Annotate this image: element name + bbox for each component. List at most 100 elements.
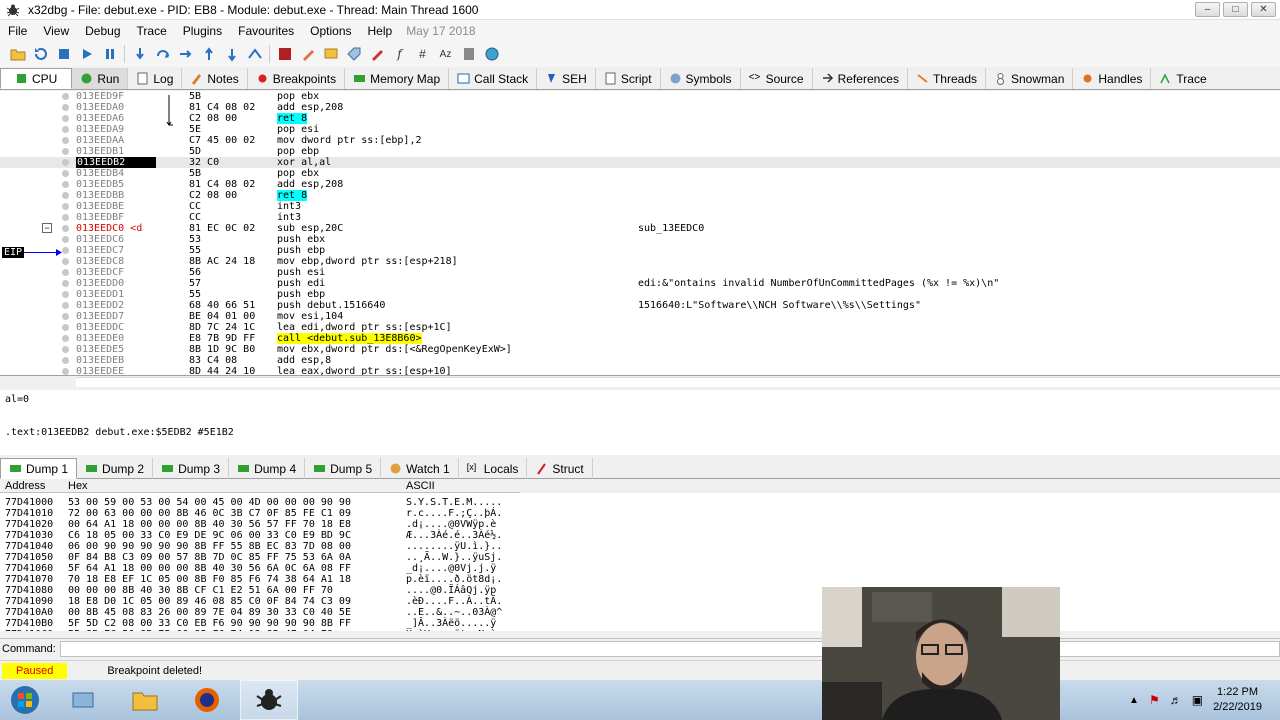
disasm-row[interactable]: 013EEDEE 8D 44 24 10 lea eax,dword ptr ss:… [0,366,1280,375]
disasm-row[interactable]: 013EEDA0 81 C4 08 02 add esp,208 [0,102,1280,113]
dump-row[interactable]: 77D41000 53 00 59 00 53 00 54 00 45 00 4D… [0,497,520,508]
bookmarks-button[interactable] [365,43,388,65]
run-to-user-code-button[interactable] [243,43,266,65]
disasm-row[interactable]: 013EEDD7 BE 04 01 00 mov esi,104 [0,311,1280,322]
tab-threads[interactable]: Threads [908,68,986,89]
breakpoint-toggle[interactable] [62,148,69,155]
tab-dump-3[interactable]: Dump 3 [153,458,230,479]
breakpoint-toggle[interactable] [62,346,69,353]
dump-row[interactable]: 77D41030 C6 18 05 00 33 C0 E9 DE 9C 06 00… [0,530,520,541]
breakpoint-toggle[interactable] [62,115,69,122]
breakpoint-toggle[interactable] [62,291,69,298]
restart-button[interactable] [29,43,52,65]
step-into-button[interactable] [128,43,151,65]
disasm-row[interactable]: 013EEDDC 8D 7C 24 1C lea edi,dword ptr ss:… [0,322,1280,333]
tab-dump-4[interactable]: Dump 4 [229,458,306,479]
strings-button[interactable]: Az [434,43,457,65]
dump-row[interactable]: 77D41020 00 64 A1 18 00 00 00 8B 40 30 56… [0,519,520,530]
breakpoint-toggle[interactable] [62,104,69,111]
menu-plugins[interactable]: Plugins [175,24,230,38]
breakpoint-toggle[interactable] [62,236,69,243]
clock[interactable]: 1:22 PM 2/22/2019 [1213,685,1262,715]
disasm-row[interactable]: 013EEDAA C7 45 00 02 mov dword ptr ss:[ebp… [0,135,1280,146]
disasm-row[interactable]: 013EEDE5 8B 1D 9C B0 mov ebx,dword ptr ds:… [0,344,1280,355]
breakpoint-toggle[interactable] [62,203,69,210]
tab-dump-5[interactable]: Dump 5 [305,458,382,479]
tab-memory-map[interactable]: Memory Map [345,68,450,89]
dump-row[interactable]: 77D41070 70 18 E8 EF 1C 05 00 8B F0 85 F6… [0,574,520,585]
patch-button[interactable] [296,43,319,65]
menu-help[interactable]: Help [360,24,401,38]
disasm-row[interactable]: 013EEDCF 56 push esi [0,267,1280,278]
dump-row[interactable]: 77D41090 18 E8 D0 1C 05 00 89 46 08 85 C0… [0,596,520,607]
maximize-button[interactable]: □ [1223,2,1248,17]
tab-locals[interactable]: [x] Locals [459,458,528,479]
web-button[interactable] [480,43,503,65]
disasm-row[interactable]: 013EEDA9 5E pop esi [0,124,1280,135]
breakpoint-toggle[interactable] [62,357,69,364]
breakpoint-toggle[interactable] [62,214,69,221]
disasm-row[interactable]: 013EEDEB 83 C4 08 add esp,8 [0,355,1280,366]
breakpoint-toggle[interactable] [62,313,69,320]
dump-row[interactable]: 77D41060 5F 64 A1 18 00 00 00 8B 40 30 56… [0,563,520,574]
disasm-row[interactable]: 013EEDB5 81 C4 08 02 add esp,208 [0,179,1280,190]
command-input[interactable] [59,640,1280,657]
tab-source[interactable]: <> Source [741,68,813,89]
dump-row[interactable]: 77D41040 06 00 90 90 90 90 90 8B FF 55 8B… [0,541,520,552]
disasm-row[interactable]: 013EEDBE CC int3 [0,201,1280,212]
tray-overflow-icon[interactable]: ▲ [1129,695,1139,706]
menu-trace[interactable]: Trace [129,24,175,38]
disasm-row[interactable]: 013EEDBF CC int3 [0,212,1280,223]
disasm-row[interactable]: 013EEDC7 55 push ebp [0,245,1280,256]
disasm-row[interactable]: 013EEDE0 E8 7B 9D FF call <debut.sub_13E8B… [0,333,1280,344]
breakpoint-toggle[interactable] [62,181,69,188]
trace-over-button[interactable] [197,43,220,65]
tab-handles[interactable]: Handles [1073,68,1152,89]
tab-log[interactable]: Log [128,68,183,89]
disassembly-view[interactable]: 013EED9F 5B pop ebx 013EEDA0 81 C4 08 02 add … [0,91,1280,376]
dump-row[interactable]: 77D41010 72 00 63 00 00 00 8B 46 0C 3B C7… [0,508,520,519]
tab-call-stack[interactable]: Call Stack [449,68,538,89]
taskbar-x32dbg[interactable] [240,680,298,720]
dump-row[interactable]: 77D410C0 55 8B EC 56 8B 75 08 85 F6 74 13… [0,629,520,631]
tab-trace[interactable]: Trace [1151,68,1214,89]
tab-snowman[interactable]: Snowman [986,68,1074,89]
stop-button[interactable] [52,43,75,65]
breakpoint-toggle[interactable] [62,126,69,133]
breakpoint-toggle[interactable] [62,335,69,342]
close-button[interactable]: ✕ [1251,2,1276,17]
tab-references[interactable]: References [813,68,908,89]
disasm-row[interactable]: 013EEDB2 32 C0 xor al,al [0,157,1280,168]
step-over-button[interactable] [151,43,174,65]
breakpoint-toggle[interactable] [62,302,69,309]
breakpoint-toggle[interactable] [62,93,69,100]
disasm-row[interactable]: 013EEDB1 5D pop ebp [0,146,1280,157]
execute-till-return-button[interactable] [220,43,243,65]
breakpoint-toggle[interactable] [62,192,69,199]
tab-dump-1[interactable]: Dump 1 [0,458,78,479]
minimize-button[interactable]: – [1195,2,1220,17]
tab-struct[interactable]: Struct [527,458,593,479]
disasm-row[interactable]: 013EEDC0 <d 81 EC 0C 02 sub esp,20C sub_13E… [0,223,1280,234]
breakpoint-toggle[interactable] [62,225,69,232]
scylla-button[interactable] [273,43,296,65]
open-button[interactable] [6,43,29,65]
breakpoint-toggle[interactable] [62,368,69,375]
taskbar-explorer[interactable] [54,680,112,720]
run-button[interactable] [75,43,98,65]
menu-file[interactable]: File [0,24,35,38]
disasm-row[interactable]: 013EEDB4 5B pop ebx [0,168,1280,179]
tab-notes[interactable]: Notes [182,68,248,89]
comments-button[interactable] [319,43,342,65]
dump-row[interactable]: 77D41050 0F 84 B8 C3 09 00 57 8B 7D 0C 85… [0,552,520,563]
start-button[interactable] [0,680,50,720]
tab-watch-1[interactable]: Watch 1 [381,458,459,479]
taskbar-firefox[interactable] [178,680,236,720]
tab-run[interactable]: Run [72,68,129,89]
functions-button[interactable]: f [388,43,411,65]
tab-symbols[interactable]: Symbols [661,68,741,89]
menu-debug[interactable]: Debug [77,24,128,38]
disasm-row[interactable]: 013EEDC8 8B AC 24 18 mov ebp,dword ptr ss:… [0,256,1280,267]
menu-favourites[interactable]: Favourites [230,24,302,38]
tab-script[interactable]: Script [596,68,661,89]
